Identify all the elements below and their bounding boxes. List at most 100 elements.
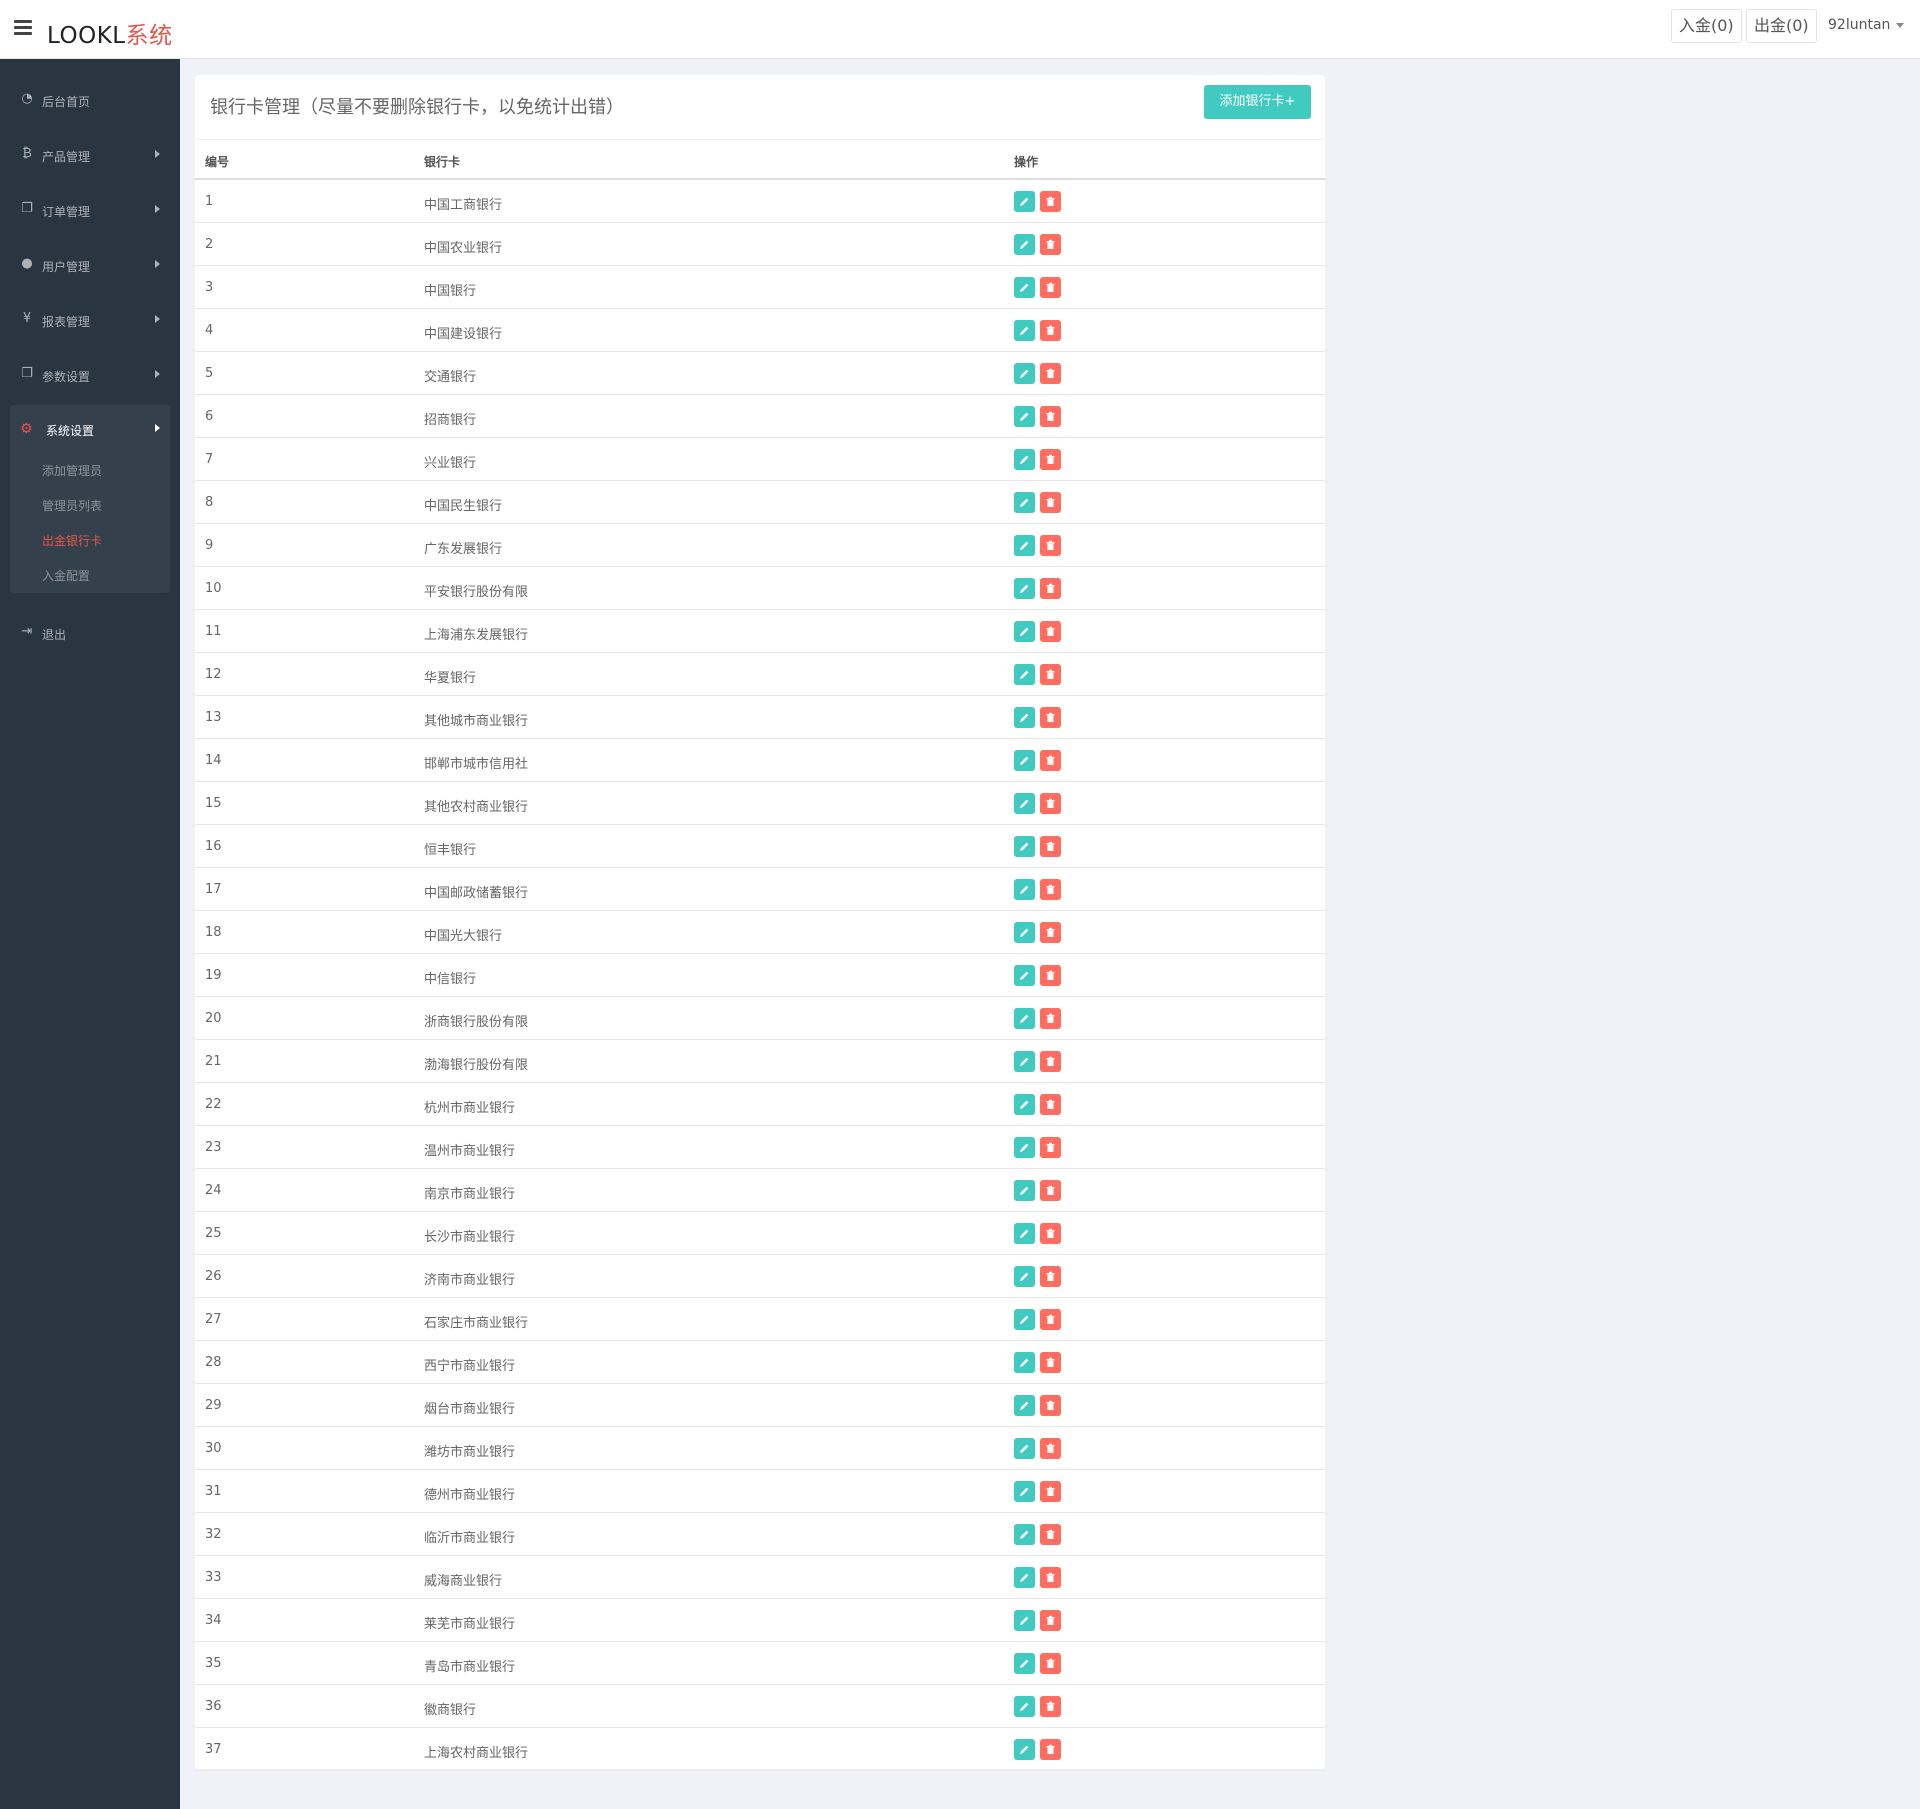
user-menu[interactable]: 92luntan — [1828, 17, 1905, 33]
sidebar-subitem-admin-list[interactable]: 管理员列表 — [42, 497, 102, 517]
delete-button[interactable] — [1040, 1008, 1061, 1029]
edit-button[interactable] — [1014, 1653, 1035, 1674]
delete-button[interactable] — [1040, 1352, 1061, 1373]
deposit-button[interactable]: 入金(0) — [1671, 9, 1742, 43]
edit-button[interactable] — [1014, 1395, 1035, 1416]
edit-button[interactable] — [1014, 1223, 1035, 1244]
delete-button[interactable] — [1040, 1051, 1061, 1072]
edit-button[interactable] — [1014, 1094, 1035, 1115]
delete-button[interactable] — [1040, 1739, 1061, 1760]
menu-toggle-icon[interactable] — [14, 20, 32, 36]
delete-button[interactable] — [1040, 1524, 1061, 1545]
delete-button[interactable] — [1040, 1395, 1061, 1416]
sidebar-item-reports[interactable]: ¥ 报表管理 — [0, 296, 180, 344]
add-bank-card-button[interactable]: 添加银行卡+ — [1204, 85, 1311, 119]
row-id: 11 — [205, 624, 222, 639]
delete-button[interactable] — [1040, 836, 1061, 857]
edit-button[interactable] — [1014, 1567, 1035, 1588]
page-title: 银行卡管理（尽量不要删除银行卡，以免统计出错） — [210, 97, 624, 118]
delete-button[interactable] — [1040, 621, 1061, 642]
sidebar-item-orders[interactable]: ❐ 订单管理 — [0, 186, 180, 234]
edit-button[interactable] — [1014, 578, 1035, 599]
delete-button[interactable] — [1040, 578, 1061, 599]
edit-button[interactable] — [1014, 1051, 1035, 1072]
edit-button[interactable] — [1014, 492, 1035, 513]
edit-button[interactable] — [1014, 277, 1035, 298]
delete-button[interactable] — [1040, 750, 1061, 771]
edit-button[interactable] — [1014, 664, 1035, 685]
delete-button[interactable] — [1040, 406, 1061, 427]
delete-button[interactable] — [1040, 1567, 1061, 1588]
delete-button[interactable] — [1040, 1610, 1061, 1631]
edit-button[interactable] — [1014, 1438, 1035, 1459]
edit-button[interactable] — [1014, 191, 1035, 212]
edit-button[interactable] — [1014, 1352, 1035, 1373]
edit-button[interactable] — [1014, 965, 1035, 986]
delete-button[interactable] — [1040, 363, 1061, 384]
edit-button[interactable] — [1014, 1180, 1035, 1201]
sidebar-item-label: 系统设置 — [46, 424, 95, 438]
edit-button[interactable] — [1014, 1008, 1035, 1029]
edit-button[interactable] — [1014, 1266, 1035, 1287]
delete-button[interactable] — [1040, 1223, 1061, 1244]
sidebar-item-users[interactable]: ● 用户管理 — [0, 241, 180, 289]
edit-button[interactable] — [1014, 879, 1035, 900]
delete-button[interactable] — [1040, 664, 1061, 685]
edit-button[interactable] — [1014, 1696, 1035, 1717]
edit-button[interactable] — [1014, 1137, 1035, 1158]
sidebar-item-home[interactable]: ◔ 后台首页 — [0, 76, 180, 124]
chevron-right-icon — [155, 150, 160, 158]
sidebar-item-params[interactable]: ❐ 参数设置 — [0, 351, 180, 399]
delete-button[interactable] — [1040, 1180, 1061, 1201]
delete-button[interactable] — [1040, 1266, 1061, 1287]
edit-button[interactable] — [1014, 234, 1035, 255]
edit-button[interactable] — [1014, 406, 1035, 427]
delete-button[interactable] — [1040, 707, 1061, 728]
delete-button[interactable] — [1040, 965, 1061, 986]
delete-button[interactable] — [1040, 879, 1061, 900]
edit-button[interactable] — [1014, 707, 1035, 728]
delete-button[interactable] — [1040, 1309, 1061, 1330]
edit-button[interactable] — [1014, 836, 1035, 857]
delete-button[interactable] — [1040, 793, 1061, 814]
edit-button[interactable] — [1014, 449, 1035, 470]
table-row: 23 温州市商业银行 — [195, 1126, 1325, 1169]
edit-button[interactable] — [1014, 320, 1035, 341]
delete-button[interactable] — [1040, 922, 1061, 943]
edit-button[interactable] — [1014, 750, 1035, 771]
edit-button[interactable] — [1014, 621, 1035, 642]
edit-button[interactable] — [1014, 1481, 1035, 1502]
brand-accent: 系统 — [125, 23, 173, 49]
delete-button[interactable] — [1040, 1653, 1061, 1674]
sidebar-subitem-deposit-config[interactable]: 入金配置 — [42, 567, 90, 587]
delete-button[interactable] — [1040, 492, 1061, 513]
sidebar-subitem-add-admin[interactable]: 添加管理员 — [42, 462, 102, 482]
table-row: 26 济南市商业银行 — [195, 1255, 1325, 1298]
edit-button[interactable] — [1014, 922, 1035, 943]
sidebar-item-logout[interactable]: ⇥ 退出 — [0, 609, 180, 657]
delete-button[interactable] — [1040, 449, 1061, 470]
edit-button[interactable] — [1014, 1739, 1035, 1760]
row-bank-name: 交通银行 — [424, 370, 477, 385]
delete-button[interactable] — [1040, 277, 1061, 298]
edit-button[interactable] — [1014, 363, 1035, 384]
edit-button[interactable] — [1014, 1610, 1035, 1631]
delete-button[interactable] — [1040, 1696, 1061, 1717]
delete-button[interactable] — [1040, 1137, 1061, 1158]
edit-button[interactable] — [1014, 1309, 1035, 1330]
delete-button[interactable] — [1040, 320, 1061, 341]
delete-button[interactable] — [1040, 191, 1061, 212]
row-id: 24 — [205, 1183, 222, 1198]
sidebar-subitem-withdraw-bank-card[interactable]: 出金银行卡 — [42, 532, 102, 552]
delete-button[interactable] — [1040, 1438, 1061, 1459]
edit-button[interactable] — [1014, 793, 1035, 814]
delete-button[interactable] — [1040, 535, 1061, 556]
edit-button[interactable] — [1014, 1524, 1035, 1545]
sidebar-item-system[interactable]: ⚙ 系统设置 — [10, 405, 170, 453]
delete-button[interactable] — [1040, 1481, 1061, 1502]
withdraw-button[interactable]: 出金(0) — [1746, 9, 1817, 43]
delete-button[interactable] — [1040, 234, 1061, 255]
delete-button[interactable] — [1040, 1094, 1061, 1115]
sidebar-item-products[interactable]: ₿ 产品管理 — [0, 131, 180, 179]
edit-button[interactable] — [1014, 535, 1035, 556]
